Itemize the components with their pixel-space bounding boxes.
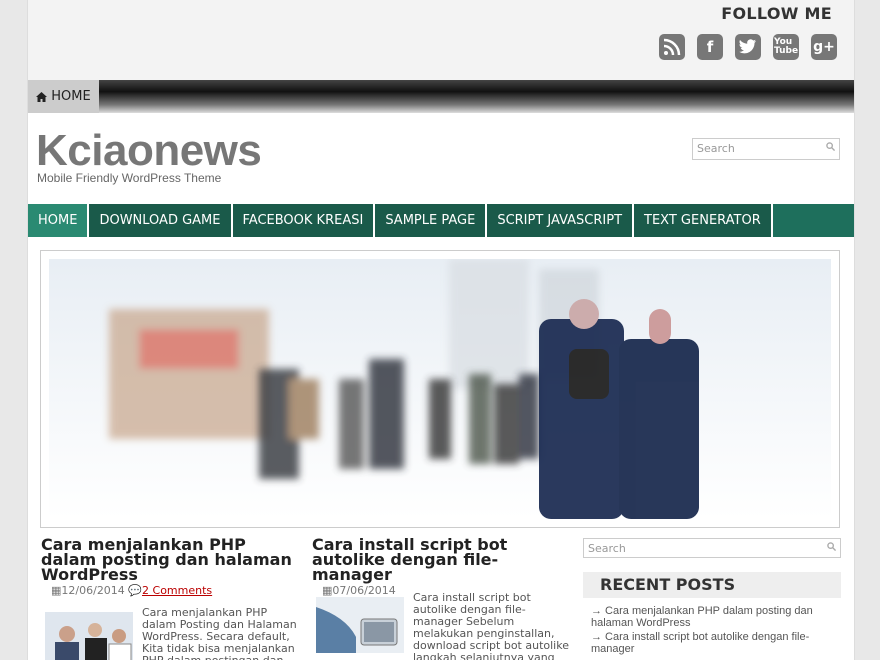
twitter-icon[interactable] <box>735 34 761 60</box>
post-thumbnail-1[interactable] <box>45 612 133 660</box>
main-navigation: HOME DOWNLOAD GAME FACEBOOK KREASI SAMPL… <box>28 204 854 237</box>
post-date-1: 12/06/2014 <box>61 584 125 597</box>
follow-me-heading: FOLLOW ME <box>721 4 832 23</box>
comment-icon: 💬 <box>128 584 143 597</box>
site-title[interactable]: Kciaonews <box>36 126 262 176</box>
post-excerpt-1: Cara menjalankan PHP dalam Posting dan H… <box>142 606 297 660</box>
recent-posts-heading: RECENT POSTS <box>583 572 841 598</box>
calendar-icon: ▦ <box>322 584 333 597</box>
nav-facebook-kreasi[interactable]: FACEBOOK KREASI <box>232 204 376 237</box>
post-meta-1: ▦12/06/2014 💬2 Comments <box>41 584 301 597</box>
post-excerpt-2: Cara install script bot autolike dengan … <box>413 591 569 660</box>
recent-posts-list: → Cara menjalankan PHP dalam posting dan… <box>591 605 831 657</box>
googleplus-icon[interactable]: g+ <box>811 34 837 60</box>
post-title-2[interactable]: Cara install script bot autolike dengan … <box>312 537 572 583</box>
calendar-icon: ▦ <box>51 584 62 597</box>
rss-icon[interactable] <box>659 34 685 60</box>
nav-download-game[interactable]: DOWNLOAD GAME <box>89 204 233 237</box>
top-navigation: HOME <box>28 80 854 113</box>
facebook-icon[interactable]: f <box>697 34 723 60</box>
sidebar-search-placeholder: Search <box>588 542 626 555</box>
page: FOLLOW ME f You Tube g+ HOME Kciaonews Mo… <box>27 0 855 660</box>
youtube-icon[interactable]: You Tube <box>773 34 799 60</box>
post-card-2: Cara install script bot autolike dengan … <box>312 537 572 598</box>
featured-image <box>49 259 831 519</box>
house-icon <box>36 91 48 102</box>
top-header: FOLLOW ME f You Tube g+ <box>28 0 854 80</box>
recent-post-link-2[interactable]: → Cara install script bot autolike denga… <box>591 631 831 655</box>
search-icon[interactable] <box>827 542 836 551</box>
nav-sample-page[interactable]: SAMPLE PAGE <box>375 204 488 237</box>
post-comments-link-1[interactable]: 2 Comments <box>142 584 212 597</box>
recent-post-link-1[interactable]: → Cara menjalankan PHP dalam posting dan… <box>591 605 831 629</box>
nav-script-javascript[interactable]: SCRIPT JAVASCRIPT <box>487 204 635 237</box>
header-search-input[interactable]: Search <box>692 138 840 160</box>
search-icon[interactable] <box>826 142 835 151</box>
nav-home[interactable]: HOME <box>28 204 90 237</box>
post-title-1[interactable]: Cara menjalankan PHP dalam posting dan h… <box>41 537 301 583</box>
post-thumbnail-2[interactable] <box>316 597 404 653</box>
top-home-link[interactable]: HOME <box>28 80 99 113</box>
sidebar-search-input[interactable]: Search <box>583 538 841 558</box>
featured-slider[interactable] <box>40 250 840 528</box>
search-placeholder: Search <box>697 142 735 155</box>
top-home-label: HOME <box>51 89 91 104</box>
post-card-1: Cara menjalankan PHP dalam posting dan h… <box>41 537 301 598</box>
site-tagline: Mobile Friendly WordPress Theme <box>37 171 222 185</box>
social-links: f You Tube g+ <box>659 34 837 60</box>
post-date-2: 07/06/2014 <box>332 584 396 597</box>
nav-text-generator[interactable]: TEXT GENERATOR <box>634 204 773 237</box>
